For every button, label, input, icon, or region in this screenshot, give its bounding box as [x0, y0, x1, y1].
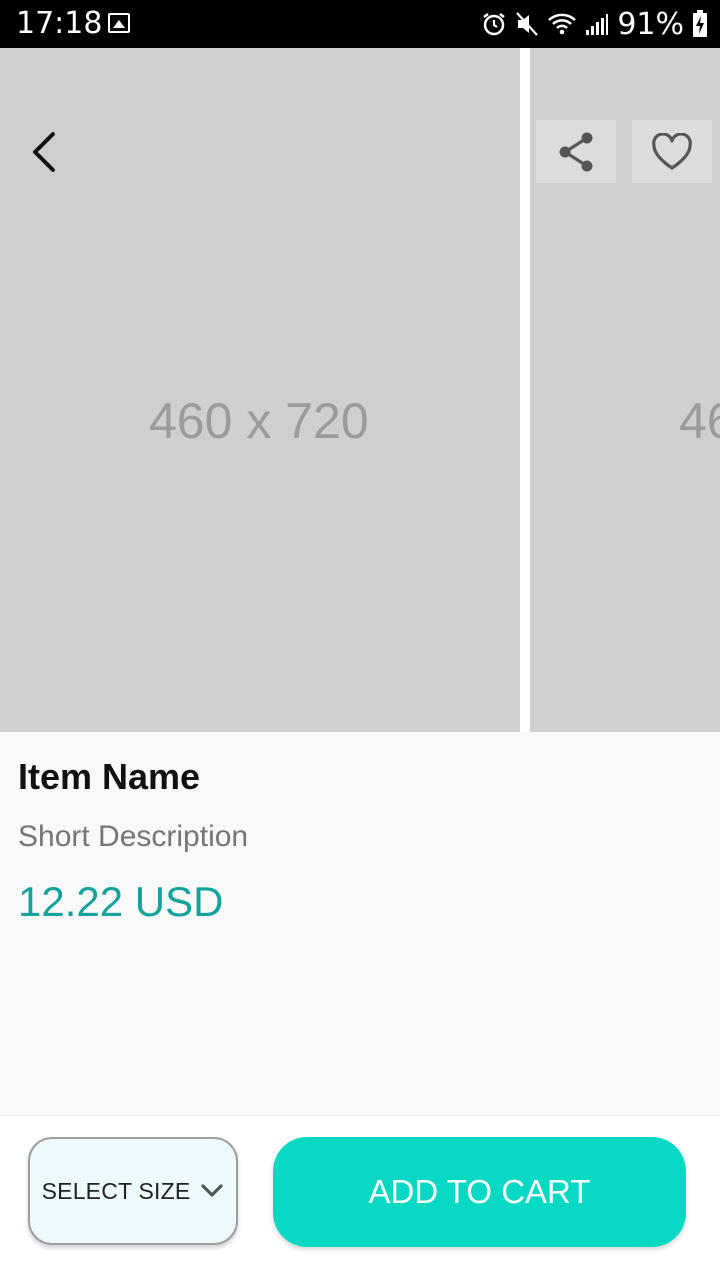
image-gallery[interactable]: 460 x 720 460 x 720 — [0, 48, 720, 732]
image-placeholder-label: 460 x 720 — [679, 393, 720, 449]
product-info: Item Name Short Description 12.22 USD — [0, 732, 720, 1115]
image-icon — [108, 13, 130, 33]
status-icons: 91% — [481, 6, 708, 42]
heart-outline-icon — [652, 132, 692, 170]
select-size-dropdown[interactable]: SELECT SIZE — [28, 1137, 238, 1245]
battery-percent: 91% — [617, 6, 684, 42]
item-price: 12.22 USD — [18, 878, 224, 925]
share-button[interactable] — [536, 120, 616, 183]
bottom-action-bar: SELECT SIZE ADD TO CART — [0, 1115, 720, 1281]
share-icon — [559, 132, 593, 171]
item-description: Short Description — [18, 820, 249, 853]
battery-charging-icon — [692, 10, 708, 38]
status-time: 17:18 — [16, 6, 103, 41]
signal-icon — [585, 12, 609, 36]
select-size-label: SELECT SIZE — [41, 1177, 191, 1204]
product-image[interactable]: 460 x 720 — [0, 48, 520, 732]
chevron-left-icon — [33, 132, 55, 172]
back-button[interactable] — [22, 128, 66, 176]
favorite-button[interactable] — [632, 120, 712, 183]
mute-icon — [515, 11, 539, 37]
chevron-down-icon — [201, 1184, 223, 1197]
status-bar: 17:18 91% — [0, 0, 720, 48]
image-placeholder-label: 460 x 720 — [149, 393, 369, 449]
wifi-icon — [547, 11, 577, 37]
item-name: Item Name — [18, 756, 201, 797]
alarm-icon — [481, 11, 507, 37]
add-to-cart-label: ADD TO CART — [368, 1173, 591, 1210]
add-to-cart-button[interactable]: ADD TO CART — [273, 1137, 686, 1247]
